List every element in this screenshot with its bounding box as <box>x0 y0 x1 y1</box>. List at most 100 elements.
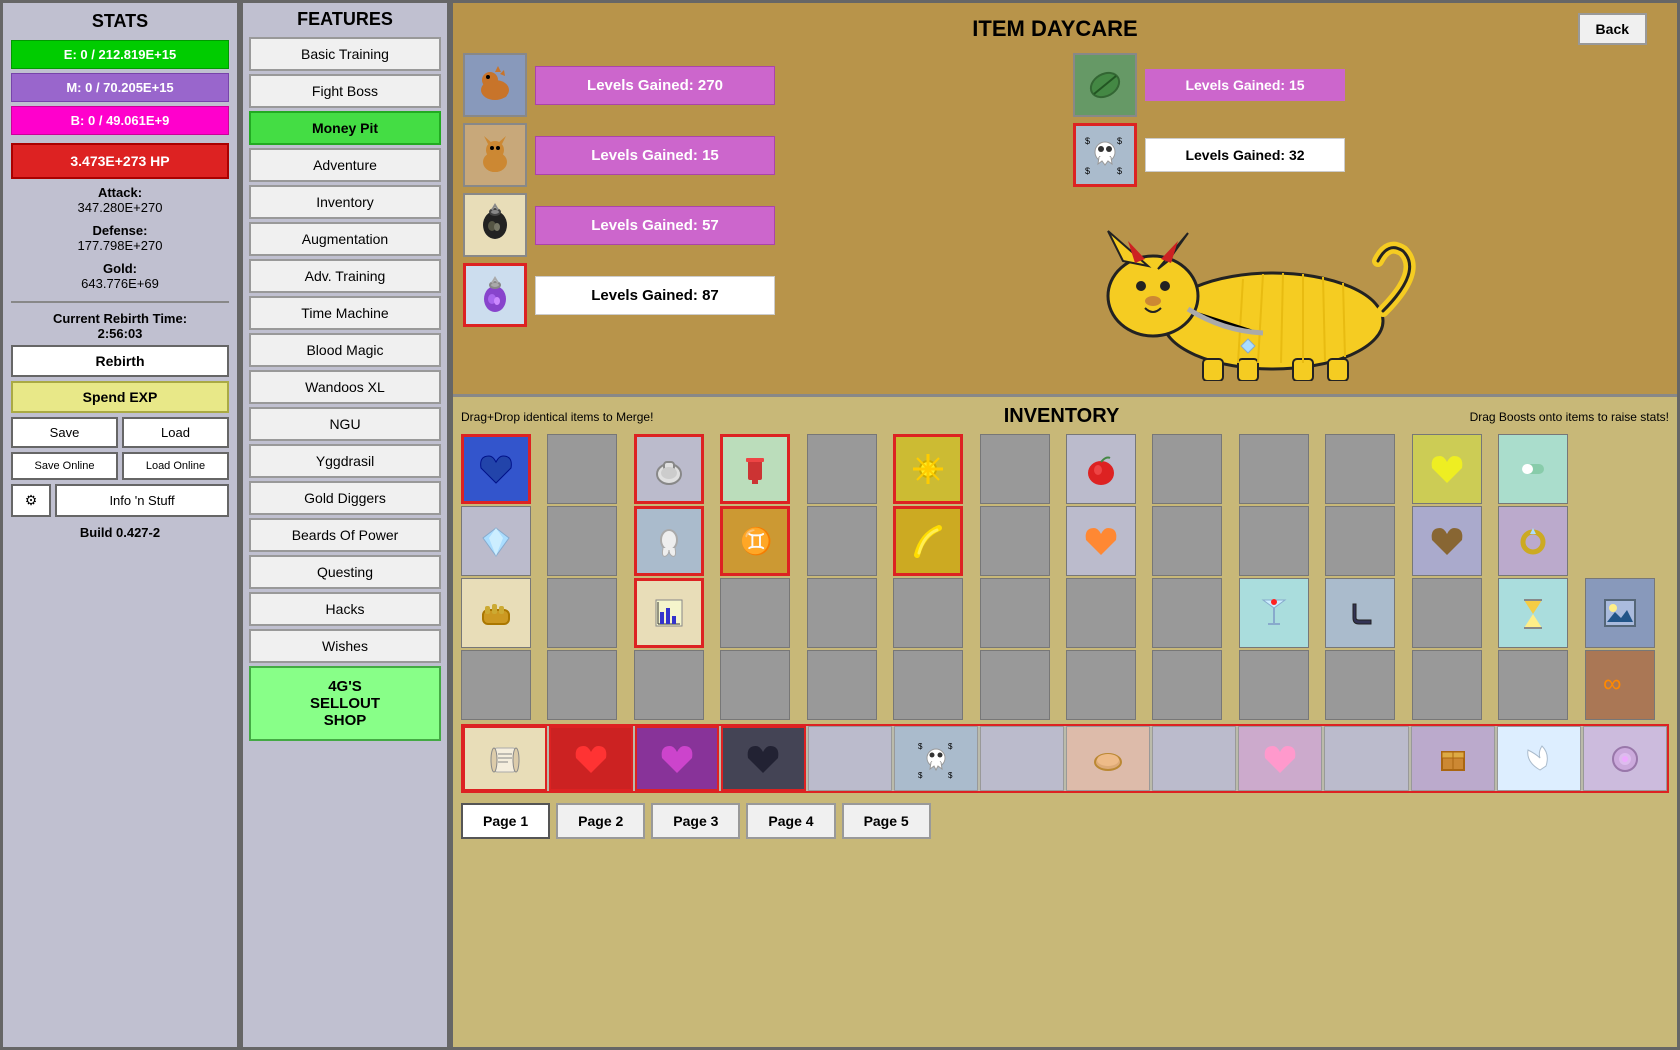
inv-cell-empty-3-4[interactable] <box>720 578 790 648</box>
feature-beards-of-power[interactable]: Beards Of Power <box>249 518 441 552</box>
inv-cell-ring[interactable] <box>1498 506 1568 576</box>
feature-fight-boss[interactable]: Fight Boss <box>249 74 441 108</box>
feature-time-machine[interactable]: Time Machine <box>249 296 441 330</box>
inv-cell-empty-2-2[interactable] <box>547 506 617 576</box>
feature-adventure[interactable]: Adventure <box>249 148 441 182</box>
spend-exp-button[interactable]: Spend EXP <box>11 381 229 413</box>
inv-cell-empty-4-1[interactable] <box>461 650 531 720</box>
feature-adv-training[interactable]: Adv. Training <box>249 259 441 293</box>
feature-ngu[interactable]: NGU <box>249 407 441 441</box>
boost-cell-empty-11[interactable] <box>1324 726 1408 791</box>
page-4-button[interactable]: Page 4 <box>746 803 835 839</box>
inv-cell-empty-4-7[interactable] <box>980 650 1050 720</box>
inv-cell-empty-3-12[interactable] <box>1412 578 1482 648</box>
boost-cell-box[interactable] <box>1411 726 1495 791</box>
inv-cell-empty-4-10[interactable] <box>1239 650 1309 720</box>
page-1-button[interactable]: Page 1 <box>461 803 550 839</box>
inv-cell-banana[interactable] <box>893 506 963 576</box>
inv-cell-boot[interactable] <box>1325 578 1395 648</box>
inv-cell-tooth[interactable] <box>634 506 704 576</box>
boost-cell-purple-heart[interactable] <box>635 726 719 791</box>
boost-cell-bread[interactable] <box>1066 726 1150 791</box>
daycare-icon-1[interactable] <box>463 53 527 117</box>
inv-cell-bag[interactable] <box>634 434 704 504</box>
inv-cell-empty-3-8[interactable] <box>1066 578 1136 648</box>
inv-cell-empty-1-10[interactable] <box>1239 434 1309 504</box>
save-button[interactable]: Save <box>11 417 118 448</box>
boost-cell-scroll[interactable] <box>463 726 547 791</box>
feature-augmentation[interactable]: Augmentation <box>249 222 441 256</box>
boost-cell-pink-heart[interactable] <box>1238 726 1322 791</box>
feature-gold-diggers[interactable]: Gold Diggers <box>249 481 441 515</box>
back-button[interactable]: Back <box>1578 13 1647 45</box>
save-online-button[interactable]: Save Online <box>11 452 118 480</box>
load-button[interactable]: Load <box>122 417 229 448</box>
inv-cell-hourglass[interactable] <box>1498 578 1568 648</box>
feature-yggdrasil[interactable]: Yggdrasil <box>249 444 441 478</box>
boost-cell-skull2[interactable]: $$$$ <box>894 726 978 791</box>
daycare-icon-2[interactable] <box>463 123 527 187</box>
page-2-button[interactable]: Page 2 <box>556 803 645 839</box>
info-button[interactable]: Info 'n Stuff <box>55 484 229 517</box>
inv-cell-empty-3-9[interactable] <box>1152 578 1222 648</box>
inv-cell-empty-1-5[interactable] <box>807 434 877 504</box>
page-5-button[interactable]: Page 5 <box>842 803 931 839</box>
boost-cell-red-heart[interactable] <box>549 726 633 791</box>
inv-cell-empty-1-7[interactable] <box>980 434 1050 504</box>
inv-cell-empty-2-5[interactable] <box>807 506 877 576</box>
inv-cell-empty-3-5[interactable] <box>807 578 877 648</box>
feature-hacks[interactable]: Hacks <box>249 592 441 626</box>
inv-cell-empty-4-2[interactable] <box>547 650 617 720</box>
feature-inventory[interactable]: Inventory <box>249 185 441 219</box>
inv-cell-chart[interactable] <box>634 578 704 648</box>
inv-cell-orange-heart[interactable] <box>1066 506 1136 576</box>
feature-blood-magic[interactable]: Blood Magic <box>249 333 441 367</box>
inv-cell-empty-4-3[interactable] <box>634 650 704 720</box>
boost-cell-empty-7[interactable] <box>980 726 1064 791</box>
inv-cell-pill[interactable] <box>1498 434 1568 504</box>
page-3-button[interactable]: Page 3 <box>651 803 740 839</box>
feature-money-pit[interactable]: Money Pit <box>249 111 441 145</box>
inv-cell-empty-4-11[interactable] <box>1325 650 1395 720</box>
boost-cell-empty-5[interactable] <box>808 726 892 791</box>
inv-cell-empty-2-11[interactable] <box>1325 506 1395 576</box>
inv-cell-gemini[interactable]: ♊ <box>720 506 790 576</box>
inv-cell-empty-3-2[interactable] <box>547 578 617 648</box>
inv-cell-empty-2-9[interactable] <box>1152 506 1222 576</box>
daycare-right-icon-2[interactable]: $ $ $ $ <box>1073 123 1137 187</box>
boost-cell-swirl[interactable] <box>1583 726 1667 791</box>
inv-cell-apple[interactable] <box>1066 434 1136 504</box>
inv-cell-empty-2-7[interactable] <box>980 506 1050 576</box>
rebirth-button[interactable]: Rebirth <box>11 345 229 377</box>
inv-cell-empty-1-11[interactable] <box>1325 434 1395 504</box>
feature-questing[interactable]: Questing <box>249 555 441 589</box>
inv-cell-cup[interactable] <box>720 434 790 504</box>
boost-cell-black-heart[interactable] <box>721 726 805 791</box>
feature-wishes[interactable]: Wishes <box>249 629 441 663</box>
inv-cell-star-spark[interactable] <box>893 434 963 504</box>
inv-cell-yellow-heart[interactable] <box>1412 434 1482 504</box>
inv-cell-empty-2-10[interactable] <box>1239 506 1309 576</box>
inv-cell-empty-1-2[interactable] <box>547 434 617 504</box>
daycare-right-icon-1[interactable] <box>1073 53 1137 117</box>
inv-cell-knuckles[interactable] <box>461 578 531 648</box>
inv-cell-empty-1-9[interactable] <box>1152 434 1222 504</box>
load-online-button[interactable]: Load Online <box>122 452 229 480</box>
boost-cell-wing[interactable] <box>1497 726 1581 791</box>
feature-basic-training[interactable]: Basic Training <box>249 37 441 71</box>
boost-cell-empty-9[interactable] <box>1152 726 1236 791</box>
inv-cell-martini[interactable] <box>1239 578 1309 648</box>
inv-cell-empty-4-5[interactable] <box>807 650 877 720</box>
inv-cell-empty-4-13[interactable] <box>1498 650 1568 720</box>
daycare-icon-3[interactable] <box>463 193 527 257</box>
inv-cell-scene[interactable] <box>1585 578 1655 648</box>
inv-cell-blue-heart[interactable] <box>461 434 531 504</box>
daycare-icon-4[interactable] <box>463 263 527 327</box>
feature-sellout-shop[interactable]: 4G'SSELLOUTSHOP <box>249 666 441 741</box>
inv-cell-empty-3-7[interactable] <box>980 578 1050 648</box>
inv-cell-diamond2[interactable] <box>461 506 531 576</box>
gear-button[interactable]: ⚙ <box>11 484 51 517</box>
inv-cell-empty-4-4[interactable] <box>720 650 790 720</box>
inv-cell-empty-4-12[interactable] <box>1412 650 1482 720</box>
inv-cell-empty-4-8[interactable] <box>1066 650 1136 720</box>
